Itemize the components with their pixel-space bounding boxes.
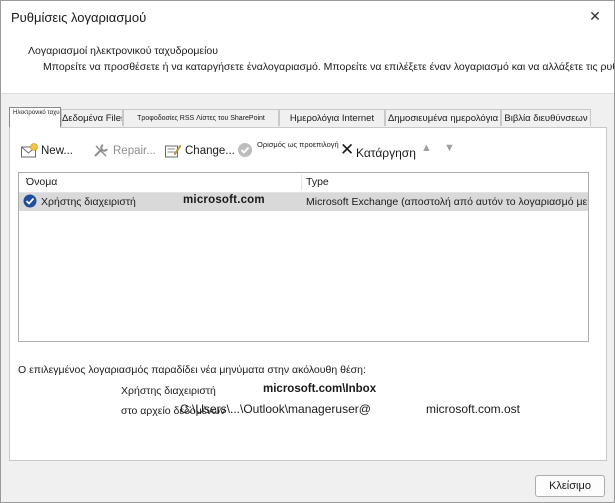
repair-button[interactable]: Repair... (92, 140, 156, 162)
change-settings-icon (164, 142, 182, 160)
tab-published-calendars[interactable]: Δημοσιευμένα ημερολόγια (385, 109, 501, 126)
accounts-list: Όνομα Type Χρήστης διαχειριστή microsoft… (18, 172, 589, 342)
new-mail-icon (20, 142, 38, 160)
tab-address-books[interactable]: Βιβλία διευθύνσεων (501, 109, 591, 126)
section-description: Μπορείτε να προσθέσετε ή να καταργήσετε … (43, 61, 615, 73)
close-dialog-button[interactable]: Κλείσιμο (535, 475, 605, 497)
change-button[interactable]: Change... (164, 140, 235, 162)
close-icon[interactable]: ✕ (586, 7, 604, 25)
account-toolbar: New... Repair... Change... Ορισμός ως πρ… (18, 138, 598, 164)
tab-strip: Ηλεκτρονικό ταχυδρομείο Δεδομένα Files Τ… (9, 107, 609, 128)
set-default-button[interactable]: Ορισμός ως προεπιλογή (257, 140, 339, 149)
remove-button[interactable]: Κατάργηση (356, 146, 416, 160)
column-header-name[interactable]: Όνομα (26, 176, 57, 188)
tab-rss-sharepoint[interactable]: Τροφοδοσίες RSS Λίστες του SharePoint (123, 109, 279, 126)
move-down-arrow-icon[interactable]: ▼ (444, 142, 455, 154)
repair-button-label: Repair... (113, 145, 156, 157)
account-type: Microsoft Exchange (αποστολή από αυτόν τ… (306, 196, 588, 208)
table-row[interactable]: Χρήστης διαχειριστή microsoft.com Micros… (19, 193, 588, 211)
section-heading: Λογαριασμοί ηλεκτρονικού ταχυδρομείου (28, 45, 218, 57)
account-name: Χρήστης διαχειριστή (41, 196, 136, 208)
move-up-arrow-icon[interactable]: ▲ (421, 142, 432, 154)
delivery-inbox-path: microsoft.com\Inbox (263, 383, 377, 395)
account-settings-window: Ρυθμίσεις λογαριασμού ✕ Λογαριασμοί ηλεκ… (0, 0, 615, 503)
list-header: Όνομα Type (19, 173, 588, 193)
wrench-icon (92, 142, 110, 160)
default-account-check-icon (23, 194, 37, 208)
email-tab-panel: New... Repair... Change... Ορισμός ως πρ… (9, 127, 607, 461)
account-domain: microsoft.com (183, 194, 265, 206)
check-circle-icon (237, 142, 253, 161)
column-divider[interactable] (301, 175, 302, 190)
delivery-description: Ο επιλεγμένος λογαριασμός παραδίδει νέα … (18, 364, 366, 376)
tab-internet-calendars[interactable]: Ημερολόγια Internet (279, 109, 385, 126)
dialog-header: Ρυθμίσεις λογαριασμού ✕ Λογαριασμοί ηλεκ… (1, 1, 614, 94)
remove-icon: ✕ (340, 140, 355, 159)
new-button-label: New... (41, 145, 73, 157)
column-header-type[interactable]: Type (306, 176, 329, 188)
delivery-file-path: C:\Users\...\Outlook\manageruser@ (180, 402, 371, 416)
change-button-label: Change... (185, 145, 235, 157)
new-button[interactable]: New... (20, 140, 73, 162)
delivery-user-label: Χρήστης διαχειριστή (121, 385, 216, 397)
tab-email[interactable]: Ηλεκτρονικό ταχυδρομείο (9, 107, 61, 128)
tab-data-files[interactable]: Δεδομένα Files (61, 109, 123, 126)
window-title: Ρυθμίσεις λογαριασμού (11, 10, 147, 25)
delivery-file-domain: microsoft.com.ost (426, 402, 521, 416)
